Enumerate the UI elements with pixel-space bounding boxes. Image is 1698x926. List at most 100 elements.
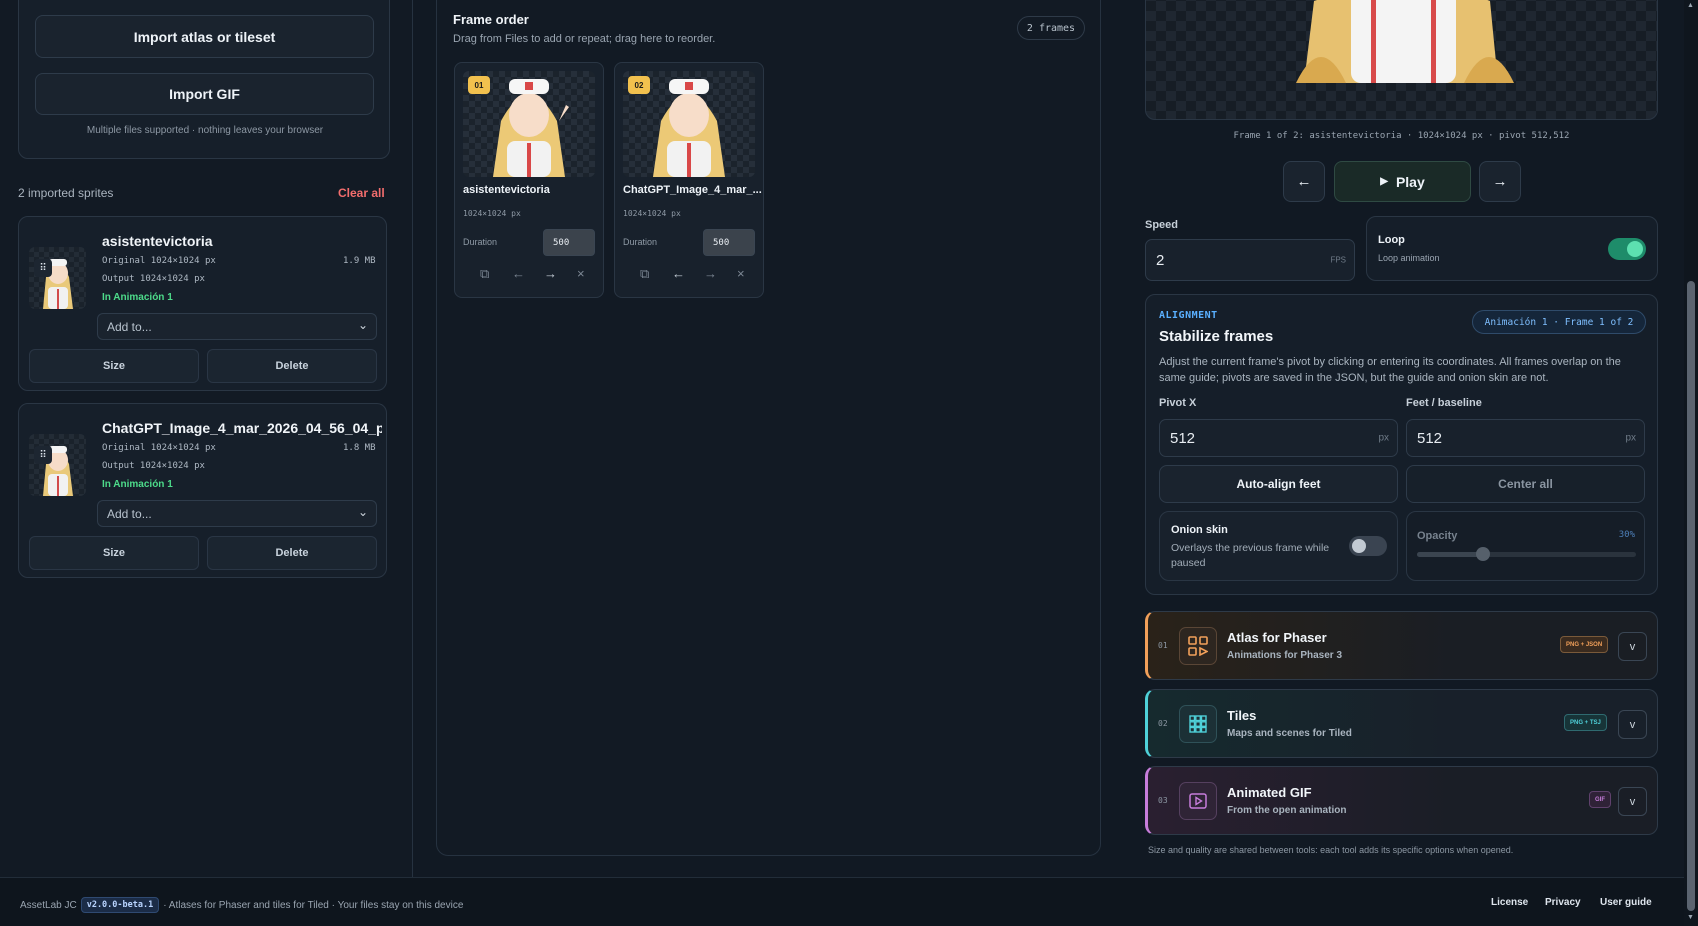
tool-atlas-phaser[interactable]: 01 Atlas for Phaser Animations for Phase… xyxy=(1145,611,1658,680)
tool-title: Tiles xyxy=(1227,708,1257,723)
atlas-icon xyxy=(1179,627,1217,665)
remove-icon[interactable]: × xyxy=(577,266,585,281)
tool-title: Atlas for Phaser xyxy=(1227,630,1327,645)
footer-tagline: · Atlases for Phaser and tiles for Tiled… xyxy=(163,899,464,911)
frame-card[interactable]: 02 ChatGPT_Image_4_mar_... 1024×1024 px … xyxy=(614,62,764,298)
move-left-icon[interactable]: ← xyxy=(672,266,685,281)
move-left-icon[interactable]: ← xyxy=(512,266,525,281)
loop-toggle[interactable] xyxy=(1608,238,1646,260)
chevron-down-icon: ⌄ xyxy=(357,505,368,519)
opacity-slider[interactable] xyxy=(1417,547,1636,561)
drag-handle-icon[interactable]: ⠿ xyxy=(34,259,52,277)
frame-order-title: Frame order xyxy=(453,12,529,27)
frame-card[interactable]: 01 asistentevictoria 1024×1024 px Durati… xyxy=(454,62,604,298)
frame-thumbnail: 02 xyxy=(623,71,755,177)
tool-number: 01 xyxy=(1158,641,1168,650)
current-frame-chip: Animación 1 · Frame 1 of 2 xyxy=(1472,310,1646,334)
tool-title: Animated GIF xyxy=(1227,785,1312,800)
license-link[interactable]: License xyxy=(1491,897,1528,908)
toggle-knob xyxy=(1627,241,1643,257)
frame-name: asistentevictoria xyxy=(463,184,550,196)
frame-number-badge: 01 xyxy=(468,76,490,94)
duration-input[interactable]: 500 xyxy=(543,229,595,256)
feet-baseline-label: Feet / baseline xyxy=(1406,397,1482,409)
feet-baseline-unit: px xyxy=(1625,432,1636,444)
tools-note: Size and quality are shared between tool… xyxy=(1148,845,1514,855)
sprite-count: 2 imported sprites xyxy=(18,186,114,200)
chevron-down-icon[interactable]: v xyxy=(1618,632,1647,661)
clear-all-link[interactable]: Clear all xyxy=(338,186,385,200)
alignment-title: Stabilize frames xyxy=(1159,328,1274,345)
sprite-status: In Animación 1 xyxy=(102,479,173,490)
chevron-down-icon: ⌄ xyxy=(357,318,368,332)
add-to-select-value: Add to... xyxy=(107,319,152,334)
remove-icon[interactable]: × xyxy=(737,266,745,281)
frame-order-subtitle: Drag from Files to add or repeat; drag h… xyxy=(453,33,716,45)
move-right-icon[interactable]: → xyxy=(704,266,717,281)
alignment-eyebrow: ALIGNMENT xyxy=(1159,310,1218,321)
sprite-card: ⠿ ChatGPT_Image_4_mar_2026_04_56_04_p Or… xyxy=(18,403,387,578)
loop-sublabel: Loop animation xyxy=(1378,253,1440,263)
delete-button[interactable]: Delete xyxy=(207,536,377,570)
preview-canvas[interactable] xyxy=(1145,0,1658,120)
tool-tiles[interactable]: 02 Tiles Maps and scenes for Tiled PNG +… xyxy=(1145,689,1658,758)
scrollbar-thumb[interactable] xyxy=(1687,281,1695,911)
files-sidebar: Import atlas or tileset Import GIF Multi… xyxy=(0,0,413,877)
scrollbar-down-arrow[interactable]: ▼ xyxy=(1687,914,1694,921)
duplicate-icon[interactable]: ⧉ xyxy=(640,266,649,282)
duration-input[interactable]: 500 xyxy=(703,229,755,256)
preview-column: Frame 1 of 2: asistentevictoria · 1024×1… xyxy=(1122,0,1698,877)
import-gif-button[interactable]: Import GIF xyxy=(35,73,374,115)
play-icon: ▶ xyxy=(1380,176,1388,187)
duplicate-icon[interactable]: ⧉ xyxy=(480,266,489,282)
pivot-x-input[interactable]: 512 px xyxy=(1159,419,1398,457)
sprite-name: ChatGPT_Image_4_mar_2026_04_56_04_p xyxy=(102,420,382,436)
play-button[interactable]: ▶ Play xyxy=(1334,161,1471,202)
sprite-output-size: Output 1024×1024 px xyxy=(102,461,205,471)
speed-input[interactable]: 2 FPS xyxy=(1145,239,1355,281)
delete-button[interactable]: Delete xyxy=(207,349,377,383)
sprite-name: asistentevictoria xyxy=(102,233,213,249)
onion-skin-toggle[interactable] xyxy=(1349,536,1387,556)
next-frame-button[interactable]: → xyxy=(1479,161,1521,202)
toggle-knob xyxy=(1352,539,1366,553)
size-button[interactable]: Size xyxy=(29,536,199,570)
add-to-select[interactable]: Add to... ⌄ xyxy=(97,313,377,340)
add-to-select-value: Add to... xyxy=(107,506,152,521)
center-all-button[interactable]: Center all xyxy=(1406,465,1645,503)
scrollbar-up-arrow[interactable]: ▲ xyxy=(1687,2,1694,9)
onion-skin-description: Overlays the previous frame while paused xyxy=(1171,542,1330,569)
sprite-file-size: 1.8 MB xyxy=(343,443,376,453)
import-atlas-button[interactable]: Import atlas or tileset xyxy=(35,15,374,58)
sprite-original-size: Original 1024×1024 px xyxy=(102,443,216,453)
auto-align-feet-button[interactable]: Auto-align feet xyxy=(1159,465,1398,503)
move-right-icon[interactable]: → xyxy=(544,266,557,281)
footer-brand: AssetLab JC xyxy=(20,899,77,911)
add-to-select[interactable]: Add to... ⌄ xyxy=(97,500,377,527)
size-button[interactable]: Size xyxy=(29,349,199,383)
pivot-x-label: Pivot X xyxy=(1159,397,1197,409)
tool-animated-gif[interactable]: 03 Animated GIF From the open animation … xyxy=(1145,766,1658,835)
feet-baseline-input[interactable]: 512 px xyxy=(1406,419,1645,457)
speed-unit: FPS xyxy=(1330,255,1346,265)
frame-dims: 1024×1024 px xyxy=(623,209,681,218)
tool-subtitle: From the open animation xyxy=(1227,805,1347,816)
duration-label: Duration xyxy=(623,237,658,247)
frame-name: ChatGPT_Image_4_mar_... xyxy=(623,184,762,196)
play-label: Play xyxy=(1395,173,1425,190)
tool-number: 03 xyxy=(1158,796,1168,805)
sprite-output-size: Output 1024×1024 px xyxy=(102,274,205,284)
duration-label: Duration xyxy=(463,237,498,247)
opacity-slider-knob[interactable] xyxy=(1475,547,1490,561)
preview-caption: Frame 1 of 2: asistentevictoria · 1024×1… xyxy=(1233,131,1570,141)
chevron-down-icon[interactable]: v xyxy=(1618,787,1647,816)
chevron-down-icon[interactable]: v xyxy=(1618,710,1647,739)
prev-frame-button[interactable]: ← xyxy=(1283,161,1325,202)
pivot-x-value: 512 xyxy=(1170,429,1196,447)
import-hint: Multiple files supported · nothing leave… xyxy=(86,125,324,136)
user-guide-link[interactable]: User guide xyxy=(1600,897,1652,908)
page-scrollbar[interactable]: ▲ ▼ xyxy=(1684,0,1698,926)
drag-handle-icon[interactable]: ⠿ xyxy=(34,446,52,464)
sprite-file-size: 1.9 MB xyxy=(343,256,376,266)
privacy-link[interactable]: Privacy xyxy=(1545,897,1581,908)
